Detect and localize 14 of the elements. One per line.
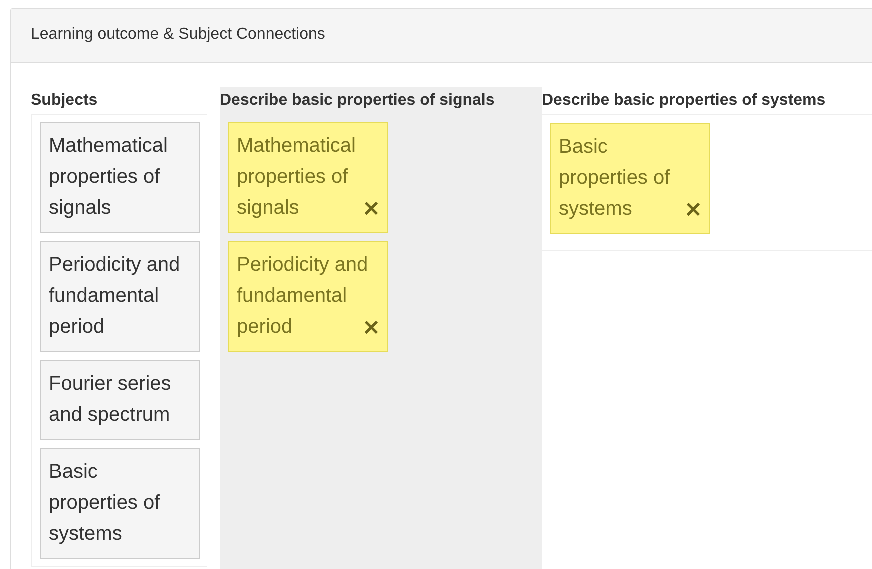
column-heading: Subjects bbox=[31, 91, 99, 111]
column-heading: Describe basic properties of systems bbox=[542, 91, 827, 111]
panel-title: Learning outcome & Subject Connections bbox=[11, 9, 872, 63]
subject-card[interactable]: Mathematical properties of signals bbox=[40, 122, 200, 233]
remove-icon[interactable] bbox=[686, 202, 701, 217]
connected-subject-card[interactable]: Mathematical properties of signals bbox=[228, 122, 388, 233]
subject-card[interactable]: Basic properties of systems bbox=[40, 448, 200, 559]
subject-card[interactable]: Fourier series and spectrum bbox=[40, 360, 200, 440]
connected-subject-card[interactable]: Periodicity and fundamental period bbox=[228, 241, 388, 352]
remove-icon[interactable] bbox=[364, 320, 379, 335]
subject-card[interactable]: Periodicity and fundamental period bbox=[40, 241, 200, 352]
connected-subject-card[interactable]: Basic properties of systems bbox=[550, 123, 710, 234]
remove-icon[interactable] bbox=[364, 201, 379, 216]
column-heading: Describe basic properties of signals bbox=[220, 91, 496, 111]
